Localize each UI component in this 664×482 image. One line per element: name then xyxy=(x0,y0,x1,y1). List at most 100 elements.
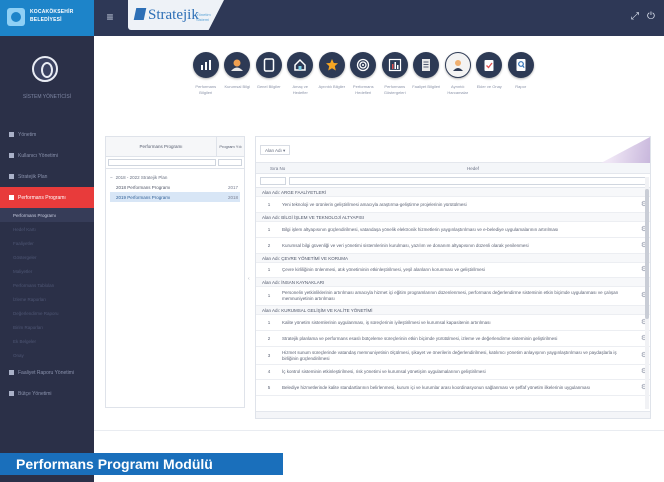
toolbar-button-rapor[interactable]: Rapor xyxy=(505,52,537,124)
row-text: Yeni teknoloji ve ürünlerin geliştirilme… xyxy=(282,201,467,207)
table-row[interactable]: 1 Kalite yönetim sistemlerinin uygulanmas… xyxy=(256,315,650,331)
sidebar-item-label: Performans Programı xyxy=(18,194,66,201)
goals-header-row: Sıra No Hedef xyxy=(256,163,650,174)
sidebar-item-faaliyet-raporu[interactable]: Faaliyet Raporu Yönetimi xyxy=(0,362,94,383)
target-icon xyxy=(9,195,14,200)
avatar[interactable] xyxy=(32,56,58,82)
power-icon[interactable]: ⏻ xyxy=(646,10,656,24)
toolbar-button-performans-gostergeleri[interactable]: Performans Göstergeleri xyxy=(379,52,411,124)
splitter-handle-icon[interactable]: ‹ xyxy=(248,276,250,282)
toolbar-button-genel-bilgiler[interactable]: Genel Bilgiler xyxy=(253,52,285,124)
collapse-icon[interactable]: − xyxy=(110,175,113,180)
group-row[interactable]: Alan Adı: ÇEVRE YÖNETİMİ VE KORUMA xyxy=(256,254,650,263)
tree-root[interactable]: −2018 - 2022 Stratejik Plan xyxy=(110,172,240,182)
row-number: 1 xyxy=(267,226,271,232)
column-header-goal[interactable]: Hedef xyxy=(296,166,650,171)
toolbar-label: Performans Göstergeleri xyxy=(383,84,406,95)
sidebar-item-stratejik-plan[interactable]: Stratejik Plan xyxy=(0,166,94,187)
toolbar-label: Rapor xyxy=(515,84,527,89)
decorative-swoosh xyxy=(601,137,650,163)
goal-filter-input[interactable] xyxy=(289,177,646,185)
toolbar-label: Ayrıntılı Harcamalar xyxy=(447,84,469,95)
toolbar-label: Faaliyet Bilgileri xyxy=(412,84,441,89)
building-chart-icon xyxy=(192,52,219,78)
group-row[interactable]: Alan Adı: BİLGİ İŞLEM VE TEKNOLOJİ ALTYA… xyxy=(256,213,650,222)
toolbar-label: Amaç ve Hedefler xyxy=(292,84,309,95)
panel-splitter[interactable]: ‹ xyxy=(247,136,253,408)
people-icon xyxy=(224,52,251,78)
toolbar-button-performans-hedefleri[interactable]: Performans Hedefleri xyxy=(348,52,380,124)
fullscreen-icon[interactable]: ⤢ xyxy=(630,10,640,24)
house-icon xyxy=(287,52,314,78)
sidebar-subitem[interactable]: Hedef Kartı xyxy=(0,222,94,236)
sidebar-subitem[interactable]: Performans Tabloları xyxy=(0,278,94,292)
column-header-no[interactable]: Sıra No xyxy=(256,166,296,171)
organization-logo[interactable]: KOCAKÖKSEHİR BELEDİYESİ xyxy=(0,0,94,36)
table-row[interactable]: 1 Bilgi işlem altyapısının güçlendirilmes… xyxy=(256,222,650,238)
person-chat-icon xyxy=(444,52,471,78)
sidebar-item-butce[interactable]: Bütçe Yönetimi xyxy=(0,383,94,404)
program-filter-input[interactable] xyxy=(108,159,216,166)
sidebar-item-label: Kullanıcı Yönetimi xyxy=(18,152,58,159)
sidebar-subitem[interactable]: Performans Programı xyxy=(0,208,94,222)
group-row[interactable]: Alan Adı: KURUMSAL GELİŞİM VE KALİTE YÖN… xyxy=(256,306,650,315)
row-text: Kurumsal bilgi güvenliği ve veri yönetim… xyxy=(282,242,529,248)
toolbar-button-ekler-onay[interactable]: Ekler ve Onay xyxy=(474,52,506,124)
row-number: 1 xyxy=(267,319,271,325)
square-icon xyxy=(9,132,14,137)
module-caption-text: Performans Programı Modülü xyxy=(16,456,213,472)
table-row[interactable]: 3 Hizmet sunum süreçlerinde vatandaş memn… xyxy=(256,347,650,365)
no-filter-input[interactable] xyxy=(260,177,286,185)
horizontal-scrollbar[interactable] xyxy=(256,411,650,418)
sidebar-nav: Yönetim Kullanıcı Yönetimi Stratejik Pla… xyxy=(0,124,94,404)
group-by-select[interactable]: Alan Adı ▾ xyxy=(260,145,291,155)
sidebar-subitem[interactable]: Değerlendirme Raporu xyxy=(0,306,94,320)
table-row[interactable]: 4 İç kontrol sisteminin etkinleştirilmesi… xyxy=(256,365,650,380)
row-text: Çevre kirliliğinin önlenmesi, atık yönet… xyxy=(282,267,485,272)
square-icon xyxy=(9,370,14,375)
table-row[interactable]: 2 Kurumsal bilgi güvenliği ve veri yöneti… xyxy=(256,238,650,254)
column-header-program[interactable]: Performans Programı xyxy=(106,137,216,156)
row-text: İç kontrol sisteminin etkinleştirilmesi,… xyxy=(282,369,486,374)
scrollbar-thumb[interactable] xyxy=(645,189,649,319)
sidebar-subitem[interactable]: Faaliyetler xyxy=(0,236,94,250)
sidebar-subitem[interactable]: Ek Belgeler xyxy=(0,334,94,348)
file-stack-icon xyxy=(413,52,440,78)
sidebar-item-kullanici[interactable]: Kullanıcı Yönetimi xyxy=(0,145,94,166)
table-row[interactable]: 1 Personelin yetkinliklerinin artırılması… xyxy=(256,287,650,306)
group-row[interactable]: Alan Adı: ARGE FAALİYETLERİ xyxy=(256,188,650,197)
sidebar-item-yonetim[interactable]: Yönetim xyxy=(0,124,94,145)
toolbar-button-performans-bilgileri[interactable]: Performans Bilgileri xyxy=(190,52,222,124)
table-row[interactable]: 2019 Performans Programı 2018 xyxy=(110,192,240,202)
program-name: 2019 Performans Programı xyxy=(116,194,171,200)
sidebar-item-performans-programi[interactable]: Performans Programı xyxy=(0,187,94,208)
goals-filter-row xyxy=(256,174,650,188)
column-header-year[interactable]: Program Yılı xyxy=(216,137,244,156)
sidebar-subitem[interactable]: Birim Raporları xyxy=(0,320,94,334)
organization-name: KOCAKÖKSEHİR BELEDİYESİ xyxy=(30,9,74,23)
group-row[interactable]: Alan Adı: İNSAN KAYNAKLARI xyxy=(256,278,650,287)
sidebar-subitem[interactable]: Onay xyxy=(0,348,94,362)
table-row[interactable]: 2018 Performans Programı 2017 xyxy=(110,182,240,192)
table-row[interactable]: 1 Çevre kirliliğinin önlenmesi, atık yöne… xyxy=(256,263,650,278)
toolbar-button-ayrintili-bilgiler[interactable]: Ayrıntılı Bilgiler xyxy=(316,52,348,124)
top-bar: KOCAKÖKSEHİR BELEDİYESİ ≡ Stratejik Yöne… xyxy=(0,0,664,36)
sidebar-subitem[interactable]: Maliyetler xyxy=(0,264,94,278)
sidebar-subitem[interactable]: Göstergeler xyxy=(0,250,94,264)
hamburger-icon[interactable]: ≡ xyxy=(102,10,118,24)
vertical-scrollbar[interactable] xyxy=(645,177,649,409)
table-row[interactable]: 1 Yeni teknoloji ve ürünlerin geliştirilm… xyxy=(256,197,650,213)
toolbar-button-amac-hedefler[interactable]: Amaç ve Hedefler xyxy=(285,52,317,124)
row-text: Personelin yetkinliklerinin artırılması … xyxy=(282,290,619,301)
sidebar-subitem[interactable]: İzleme Raporları xyxy=(0,292,94,306)
goals-panel: Alan Adı ▾ Sıra No Hedef Alan Adı: ARGE … xyxy=(255,136,651,419)
toolbar-button-kurumsal-bilgi[interactable]: Kurumsal Bilgi xyxy=(222,52,254,124)
user-name: SİSTEM YÖNETİCİSİ xyxy=(22,94,72,100)
toolbar-button-ayrintili-harcamalar[interactable]: Ayrıntılı Harcamalar xyxy=(442,52,474,124)
table-row[interactable]: 5 Belediye hizmetlerinde kalite standartl… xyxy=(256,380,650,396)
module-caption: Performans Programı Modülü xyxy=(0,453,283,475)
table-row[interactable]: 2 Stratejik planlama ve performans esaslı… xyxy=(256,331,650,347)
program-list-header: Performans Programı Program Yılı xyxy=(106,137,244,157)
year-filter-input[interactable] xyxy=(218,159,242,166)
toolbar-button-faaliyet-bilgileri[interactable]: Faaliyet Bilgileri xyxy=(411,52,443,124)
